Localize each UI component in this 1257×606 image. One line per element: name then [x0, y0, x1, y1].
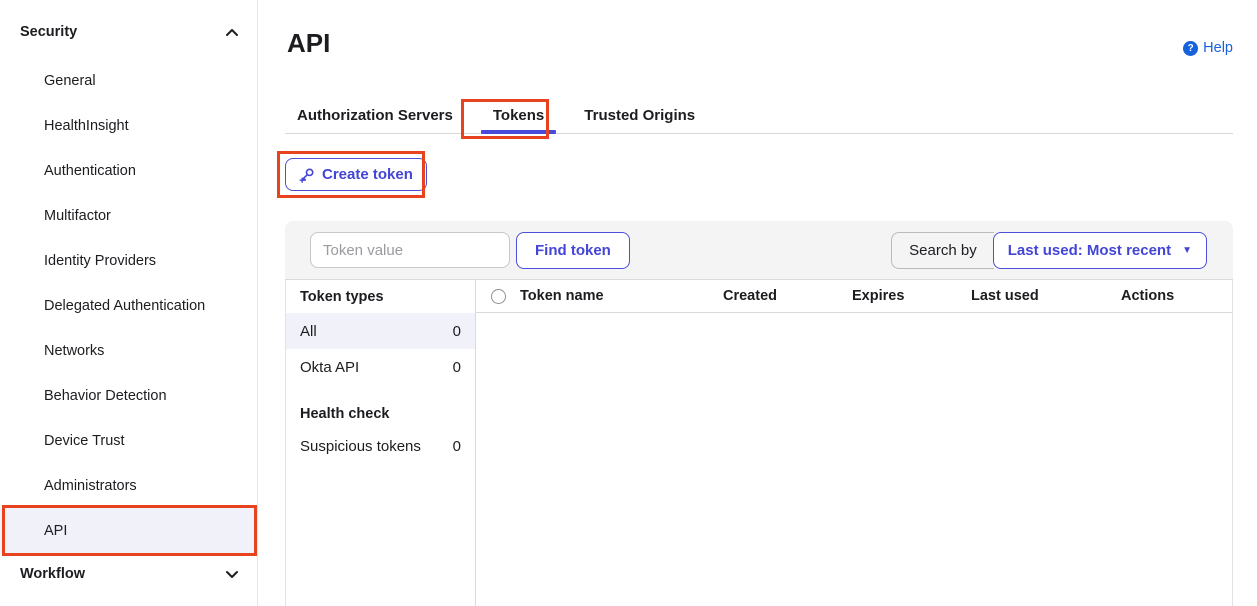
sort-dropdown-value: Last used: Most recent: [1008, 242, 1171, 259]
sidebar-section-workflow-label: Workflow: [20, 566, 85, 582]
sidebar-item-api[interactable]: API: [0, 508, 257, 553]
panel-body: Token types All 0 Okta API 0 Health chec…: [285, 280, 1233, 606]
sidebar-security-items: General HealthInsight Authentication Mul…: [0, 58, 257, 553]
select-all-radio[interactable]: [491, 289, 506, 304]
tokens-table: Token name Created Expires Last used Act…: [476, 280, 1232, 606]
suspicious-tokens-count: 0: [453, 438, 461, 455]
key-plus-icon: [299, 167, 315, 183]
token-types-panel: Token types All 0 Okta API 0 Health chec…: [286, 280, 476, 606]
select-all-cell: [476, 289, 520, 304]
suspicious-tokens-label: Suspicious tokens: [300, 438, 421, 455]
tokens-table-header: Token name Created Expires Last used Act…: [476, 280, 1232, 313]
col-created: Created: [723, 288, 852, 304]
tab-trusted-origins[interactable]: Trusted Origins: [572, 97, 707, 133]
sidebar-item-device-trust[interactable]: Device Trust: [0, 418, 257, 463]
tab-tokens[interactable]: Tokens: [481, 97, 556, 133]
token-type-okta-api[interactable]: Okta API 0: [286, 349, 475, 385]
sidebar-item-multifactor[interactable]: Multifactor: [0, 193, 257, 238]
sidebar-section-workflow[interactable]: Workflow: [20, 566, 239, 582]
col-token-name: Token name: [520, 288, 723, 304]
page-title: API: [287, 28, 330, 59]
token-value-input[interactable]: [310, 232, 510, 268]
search-by-label: Search by: [891, 232, 994, 269]
col-expires: Expires: [852, 288, 971, 304]
sidebar-item-behavior-detection[interactable]: Behavior Detection: [0, 373, 257, 418]
chevron-up-icon: [225, 28, 239, 37]
help-link[interactable]: ? Help: [1183, 40, 1233, 56]
token-type-all-label: All: [300, 323, 317, 340]
tokens-table-body: [476, 313, 1232, 606]
sidebar-item-healthinsight[interactable]: HealthInsight: [0, 103, 257, 148]
sidebar-item-identity-providers[interactable]: Identity Providers: [0, 238, 257, 283]
find-token-button[interactable]: Find token: [516, 232, 630, 269]
token-type-suspicious-tokens[interactable]: Suspicious tokens 0: [286, 428, 475, 464]
token-types-title: Token types: [286, 280, 475, 313]
token-type-okta-api-count: 0: [453, 359, 461, 376]
search-by-group: Search by Last used: Most recent ▼: [891, 232, 1207, 269]
help-link-label: Help: [1203, 40, 1233, 56]
sidebar-item-networks[interactable]: Networks: [0, 328, 257, 373]
main-content: API ? Help Authorization Servers Tokens …: [258, 0, 1257, 606]
tokens-panel: Find token Search by Last used: Most rec…: [285, 221, 1233, 606]
sidebar-item-administrators[interactable]: Administrators: [0, 463, 257, 508]
sidebar-item-authentication[interactable]: Authentication: [0, 148, 257, 193]
col-actions: Actions: [1121, 288, 1232, 304]
caret-down-icon: ▼: [1182, 246, 1192, 256]
chevron-down-icon: [225, 570, 239, 579]
tab-bar: Authorization Servers Tokens Trusted Ori…: [285, 97, 1233, 134]
sidebar-item-delegated-authentication[interactable]: Delegated Authentication: [0, 283, 257, 328]
token-type-all-count: 0: [453, 323, 461, 340]
create-token-label: Create token: [322, 166, 413, 183]
tab-authorization-servers[interactable]: Authorization Servers: [285, 97, 465, 133]
health-check-title: Health check: [286, 400, 475, 428]
sort-dropdown[interactable]: Last used: Most recent ▼: [993, 232, 1207, 269]
sidebar-section-security[interactable]: Security: [20, 24, 239, 40]
token-type-okta-api-label: Okta API: [300, 359, 359, 376]
create-token-button[interactable]: Create token: [285, 158, 427, 191]
question-mark-icon: ?: [1183, 41, 1198, 56]
sidebar-item-general[interactable]: General: [0, 58, 257, 103]
token-type-all[interactable]: All 0: [286, 313, 475, 349]
sidebar: Security General HealthInsight Authentic…: [0, 0, 258, 606]
col-last-used: Last used: [971, 288, 1121, 304]
sidebar-section-security-label: Security: [20, 24, 77, 40]
filter-bar: Find token Search by Last used: Most rec…: [285, 221, 1233, 280]
